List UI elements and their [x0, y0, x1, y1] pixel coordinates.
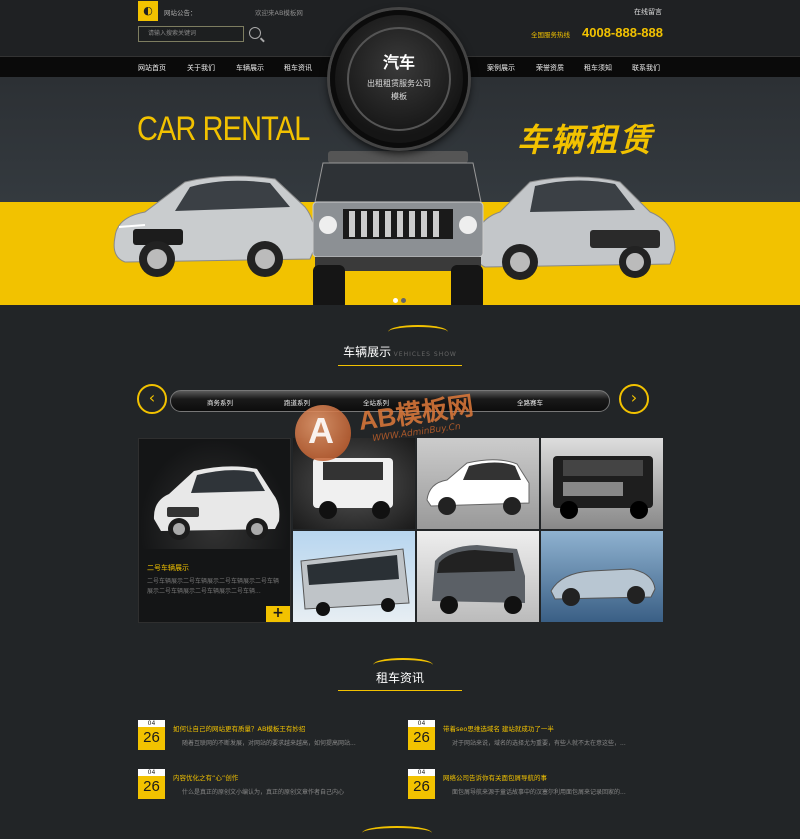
news-heading-underline [338, 690, 462, 691]
featured-vehicle-desc: 二号车辆展示二号车辆展示二号车辆展示二号车辆展示二号车辆展示二号车辆展示二号车辆… [147, 578, 280, 595]
news-item[interactable]: 04 26 内容优化之有“心”创作 什么是真正的原创文小编认为，真正的原创文章作… [138, 769, 388, 801]
news-title: 租车资讯 [375, 671, 424, 685]
slider-dots [393, 296, 409, 305]
featured-vehicle-title[interactable]: 二号车辆展示 [147, 563, 189, 573]
news-item-title[interactable]: 如何让自己的网站更有质量？AB模板王有妙招 [173, 723, 305, 733]
tab-business[interactable]: 商务系列 [207, 397, 233, 407]
news-day: 26 [143, 778, 160, 795]
slider-dot-1[interactable] [393, 298, 398, 303]
news-day: 26 [143, 729, 160, 746]
featured-vehicle-image [139, 439, 290, 549]
sedan-right-image [474, 176, 676, 280]
heading-underline [338, 365, 462, 366]
watermark-letter: A [308, 410, 334, 451]
showcase-title: 车辆展示 [343, 345, 392, 359]
logo-title: 汽车 [382, 53, 415, 72]
vehicle-tile-audi-wagon[interactable] [417, 438, 539, 529]
notice-label: 网站公告： [164, 9, 197, 17]
hotline-label: 全国服务热线 [531, 31, 570, 39]
showcase-heading: 车辆展示 VEHICLES SHOW [300, 343, 500, 360]
vehicle-tile-convertible[interactable] [541, 531, 663, 622]
news-month: 04 [408, 720, 435, 727]
news-item-desc: 面包屑导航来源于童话故事中的汉塞尔利用面包屑来记录回家的... [452, 789, 626, 796]
vehicle-tile-bus[interactable] [293, 531, 415, 622]
news-item-desc: 对于网站来说，域名的选择尤为重要，有些人就不太在意这些，... [452, 740, 626, 747]
prev-arrow-button[interactable]: ‹ [137, 384, 167, 414]
news-day: 26 [413, 778, 430, 795]
nav-news[interactable]: 租车资讯 [284, 63, 312, 73]
news-date-badge: 04 26 [408, 720, 435, 750]
featured-vehicle-card[interactable]: 二号车辆展示 二号车辆展示二号车辆展示二号车辆展示二号车辆展示二号车辆展示二号车… [138, 438, 291, 623]
vehicle-tile-van[interactable] [417, 531, 539, 622]
more-plus-button[interactable]: + [266, 606, 290, 622]
slider-dot-2[interactable] [401, 298, 406, 303]
news-date-badge: 04 26 [138, 769, 165, 799]
next-section-swoosh [362, 826, 432, 839]
news-item[interactable]: 04 26 带着seo思维选域名 建站就成功了一半 对于网站来说，域名的选择尤为… [408, 720, 658, 752]
news-month: 04 [138, 720, 165, 727]
nav-contact[interactable]: 联系我们 [632, 63, 660, 73]
logo-subtitle: 出租租赁服务公司模板 [367, 79, 431, 101]
news-item-title[interactable]: 带着seo思维选域名 建站就成功了一半 [443, 723, 554, 733]
navigator-image [553, 456, 653, 519]
news-heading: 租车资讯 [300, 669, 500, 686]
news-month: 04 [408, 769, 435, 776]
banner-cn-title: 车辆租赁 [517, 121, 654, 159]
banner-en-title: CAR RENTAL [137, 110, 310, 148]
nav-honors[interactable]: 荣誉资质 [536, 63, 564, 73]
news-item-title[interactable]: 网络公司告诉你有关面包屑导航的事 [443, 772, 547, 782]
audi-wagon-image [426, 459, 530, 515]
search-input[interactable]: 请输入搜索关键词 [138, 26, 244, 42]
online-message-link[interactable]: 在线留言 [634, 7, 662, 17]
sedan-left-image [113, 175, 316, 277]
convertible-image [550, 568, 656, 606]
news-item-title[interactable]: 内容优化之有“心”创作 [173, 772, 238, 782]
next-arrow-button[interactable]: › [619, 384, 649, 414]
nav-rental-notice[interactable]: 租车须知 [584, 63, 612, 73]
showcase-subtitle: VEHICLES SHOW [393, 351, 457, 358]
nav-about[interactable]: 关于我们 [187, 63, 215, 73]
news-month: 04 [138, 769, 165, 776]
news-item[interactable]: 04 26 如何让自己的网站更有质量？AB模板王有妙招 随着互联网的不断发展，对… [138, 720, 388, 752]
vehicle-tile-navigator[interactable] [541, 438, 663, 529]
tab-racing[interactable]: 全路赛车 [517, 397, 543, 407]
bus-image [300, 548, 410, 616]
notice-text[interactable]: 欢迎来AB模板网 [255, 7, 303, 17]
news-item-desc: 什么是真正的原创文小编认为，真正的原创文章作者自己内心 [182, 789, 345, 796]
suv-center-image [312, 151, 484, 305]
site-logo[interactable]: 汽车 出租租赁服务公司模板 [330, 10, 468, 148]
news-item[interactable]: 04 26 网络公司告诉你有关面包屑导航的事 面包屑导航来源于童话故事中的汉塞尔… [408, 769, 658, 801]
van-image [432, 545, 525, 614]
heading-swoosh-decoration [388, 325, 448, 339]
search-icon[interactable] [249, 27, 261, 39]
news-day: 26 [413, 729, 430, 746]
nav-home[interactable]: 网站首页 [138, 63, 166, 73]
news-date-badge: 04 26 [408, 769, 435, 799]
suv-white-image [153, 466, 280, 540]
news-date-badge: 04 26 [138, 720, 165, 750]
news-item-desc: 随着互联网的不断发展，对网站的要求越来越高，如何提高网站... [182, 740, 356, 747]
hotline-number: 4008-888-888 [582, 25, 663, 40]
nav-vehicles[interactable]: 车辆展示 [236, 63, 264, 73]
nav-cases[interactable]: 案例展示 [487, 63, 515, 73]
tab-track[interactable]: 跑道系列 [284, 397, 310, 407]
announcement-icon: ◐ [138, 1, 158, 21]
